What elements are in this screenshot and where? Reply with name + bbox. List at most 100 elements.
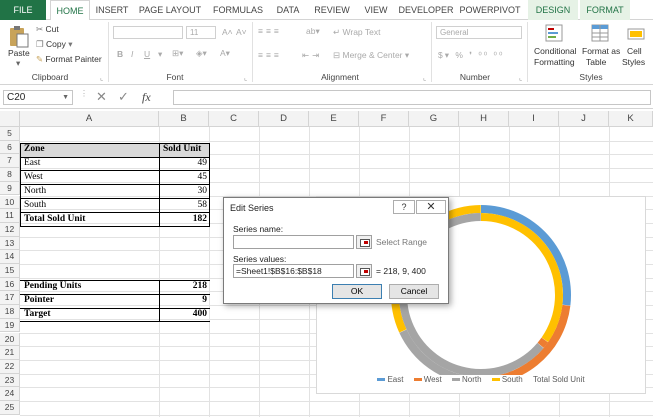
total-label-cell[interactable]: Total Sold Unit [21, 213, 159, 227]
row-header[interactable]: 25 [0, 401, 20, 415]
sold-unit-cell[interactable]: 30 [160, 185, 210, 199]
zone-header-cell[interactable]: Zone [21, 143, 159, 157]
insert-function-icon[interactable]: fx [142, 90, 151, 105]
tab-page-layout[interactable]: PAGE LAYOUT [136, 0, 204, 20]
paste-icon[interactable] [6, 24, 32, 50]
range-picker-icon[interactable] [356, 264, 372, 278]
row-header[interactable]: 8 [0, 168, 20, 182]
italic-icon[interactable]: I [131, 49, 133, 59]
cut-button[interactable]: ✂ Cut [36, 24, 59, 35]
gauge-slice[interactable] [481, 213, 563, 343]
row-header[interactable]: 24 [0, 387, 20, 401]
column-header-e[interactable]: E [309, 111, 359, 127]
copy-button[interactable]: ❐ Copy ▾ [36, 39, 73, 50]
tab-review[interactable]: REVIEW [310, 0, 354, 20]
row-header[interactable]: 21 [0, 346, 20, 360]
tab-design[interactable]: DESIGN [528, 0, 578, 20]
underline-icon[interactable]: U [144, 49, 150, 59]
bold-icon[interactable]: B [117, 49, 123, 59]
font-color-icon[interactable]: A▾ [220, 48, 230, 59]
sold-unit-header-cell[interactable]: Sold Unit [160, 143, 210, 157]
legend-item-west[interactable]: West [413, 375, 442, 384]
format-as-table-button[interactable]: Format as [582, 46, 620, 56]
font-launcher-icon[interactable]: ⌞ [244, 74, 247, 82]
total-value-cell[interactable]: 182 [160, 213, 210, 227]
cell-styles-button[interactable]: Cell [627, 46, 642, 56]
close-icon[interactable]: ✕ [416, 200, 446, 214]
tab-file[interactable]: FILE [0, 0, 46, 20]
number-format-icons[interactable]: $▾ % ❜ ⁰⁰ ⁰⁰ [438, 50, 504, 61]
cancel-button[interactable]: Cancel [389, 284, 439, 299]
font-grow-icon[interactable]: A˄ [222, 27, 233, 37]
sold-unit-cell[interactable]: 45 [160, 171, 210, 185]
number-launcher-icon[interactable]: ⌞ [519, 74, 522, 82]
tab-view[interactable]: VIEW [358, 0, 394, 20]
zone-cell[interactable]: East [21, 157, 159, 171]
clipboard-launcher-icon[interactable]: ⌞ [100, 74, 103, 82]
chart-legend[interactable]: East West North South Total Sold Unit [317, 375, 645, 384]
column-header-h[interactable]: H [459, 111, 509, 127]
pending-units-value-cell[interactable]: 218 [160, 280, 210, 294]
ok-button[interactable]: OK [332, 284, 382, 299]
tab-insert[interactable]: INSERT [92, 0, 132, 20]
format-painter-button[interactable]: ✎ Format Painter [36, 54, 102, 65]
tab-formulas[interactable]: FORMULAS [208, 0, 268, 20]
target-label-cell[interactable]: Target [21, 308, 159, 322]
column-header-b[interactable]: B [159, 111, 209, 127]
pending-units-label-cell[interactable]: Pending Units [21, 280, 159, 294]
paste-dropdown-icon[interactable]: ▾ [16, 58, 20, 69]
zone-cell[interactable]: South [21, 199, 159, 213]
tab-developer[interactable]: DEVELOPER [398, 0, 454, 20]
column-header-f[interactable]: F [359, 111, 409, 127]
zone-cell[interactable]: West [21, 171, 159, 185]
font-shrink-icon[interactable]: A˅ [236, 27, 247, 37]
row-header[interactable]: 18 [0, 305, 20, 319]
column-header-g[interactable]: G [409, 111, 459, 127]
row-header[interactable]: 9 [0, 181, 20, 196]
row-header[interactable]: 12 [0, 222, 20, 237]
row-header[interactable]: 15 [0, 264, 20, 278]
help-button[interactable]: ? [393, 200, 415, 214]
horizontal-align-icons[interactable]: ≡≡≡ [258, 50, 282, 60]
row-header[interactable]: 20 [0, 332, 20, 347]
tab-format[interactable]: FORMAT [580, 0, 630, 20]
tab-home[interactable]: HOME [50, 0, 90, 21]
borders-icon[interactable]: ⊞▾ [172, 48, 183, 59]
underline-dropdown-icon[interactable]: ▾ [158, 49, 162, 60]
column-header-k[interactable]: K [609, 111, 653, 127]
legend-item-south[interactable]: South [491, 375, 523, 384]
top-align-icons[interactable]: ≡≡≡ [258, 26, 282, 36]
row-header[interactable]: 5 [0, 127, 20, 141]
series-name-input[interactable] [233, 235, 354, 249]
row-header[interactable]: 7 [0, 154, 20, 169]
sold-unit-cell[interactable]: 49 [160, 157, 210, 171]
name-box-dropdown-icon[interactable]: ▼ [62, 91, 69, 104]
number-format-dropdown[interactable]: General [436, 26, 522, 39]
tab-data[interactable]: DATA [270, 0, 306, 20]
sold-unit-cell[interactable]: 58 [160, 199, 210, 213]
row-header[interactable]: 11 [0, 209, 20, 223]
row-header[interactable]: 19 [0, 318, 20, 333]
column-header-d[interactable]: D [259, 111, 309, 127]
format-as-table-label2[interactable]: Table [586, 57, 606, 67]
orientation-icon[interactable]: ab▾ [306, 26, 320, 37]
paste-button[interactable]: Paste [8, 48, 30, 58]
indent-icons[interactable]: ⇤⇥ [302, 50, 322, 61]
row-header[interactable]: 10 [0, 195, 20, 210]
formula-input[interactable] [173, 90, 651, 105]
range-picker-icon[interactable] [356, 235, 372, 249]
alignment-launcher-icon[interactable]: ⌞ [423, 74, 426, 82]
legend-item-north[interactable]: North [452, 375, 482, 384]
row-header[interactable]: 23 [0, 373, 20, 388]
legend-item-east[interactable]: East [377, 375, 403, 384]
zone-cell[interactable]: North [21, 185, 159, 199]
row-header[interactable]: 6 [0, 140, 20, 155]
series-values-input[interactable]: =Sheet1!$B$16:$B$18 [233, 264, 354, 278]
merge-center-button[interactable]: ⊟ Merge & Center ▾ [333, 50, 409, 61]
cell-styles-label2[interactable]: Styles [622, 57, 645, 67]
column-header-j[interactable]: J [559, 111, 609, 127]
cancel-icon[interactable]: ✕ [96, 89, 107, 105]
wrap-text-button[interactable]: ↵ Wrap Text [333, 27, 380, 38]
column-header-c[interactable]: C [209, 111, 259, 127]
conditional-formatting-label2[interactable]: Formatting [534, 57, 575, 67]
